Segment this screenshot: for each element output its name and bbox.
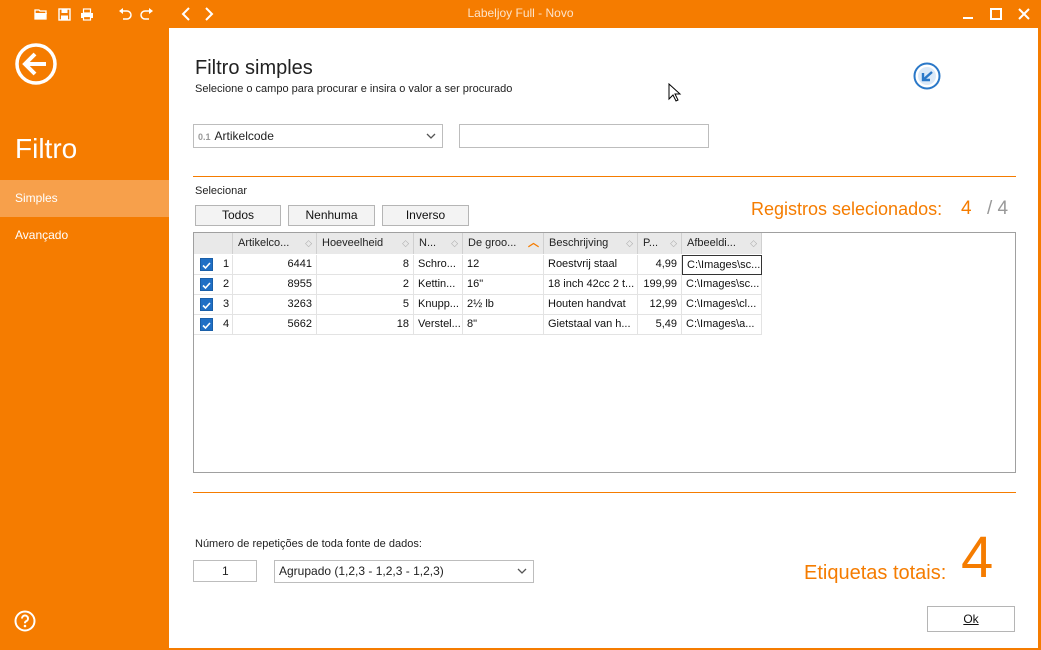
chevron-down-icon — [426, 125, 436, 154]
cell-price[interactable]: 5,49 — [638, 315, 682, 335]
cell-image[interactable]: C:\Images\sc... — [682, 255, 762, 275]
checkbox[interactable] — [200, 298, 213, 311]
table-row[interactable]: 4 5662 18 Verstel... 8" Gietstaal van h.… — [194, 315, 762, 335]
maximize-icon[interactable] — [981, 4, 1011, 24]
table-row[interactable]: 1 6441 8 Schro... 12 Roestvrij staal 4,9… — [194, 255, 762, 275]
sort-icon: ◇ — [626, 238, 633, 248]
table-row[interactable]: 2 8955 2 Kettin... 16" 18 inch 42cc 2 t.… — [194, 275, 762, 295]
cell-desc[interactable]: Gietstaal van h... — [544, 315, 638, 335]
help-icon[interactable] — [14, 610, 36, 632]
row-number: 3 — [223, 298, 230, 310]
title-bar: Labeljoy Full - Novo — [0, 0, 1041, 28]
table-row[interactable]: 3 3263 5 Knupp... 2½ lb Houten handvat 1… — [194, 295, 762, 315]
total-records-count: / 4 — [987, 198, 1009, 219]
column-header-afbeelding[interactable]: Afbeeldi... ◇ — [682, 233, 762, 254]
back-arrow-icon[interactable] — [14, 42, 58, 86]
sort-icon: ◇ — [402, 238, 409, 248]
checkbox[interactable] — [200, 258, 213, 271]
sort-ascending-icon: ︿ — [528, 237, 539, 249]
checkbox[interactable] — [200, 278, 213, 291]
cell-image[interactable]: C:\Images\a... — [682, 315, 762, 335]
cell-desc[interactable]: Houten handvat — [544, 295, 638, 315]
sort-icon: ◇ — [750, 238, 757, 248]
cell-size[interactable]: 12 — [463, 255, 544, 275]
total-labels-value: 4 — [961, 525, 994, 590]
cell-image[interactable]: C:\Images\cl... — [682, 295, 762, 315]
chevron-down-icon — [517, 561, 527, 589]
sidebar: Filtro Simples Avançado — [0, 28, 169, 650]
row-selector[interactable]: 1 — [194, 255, 233, 275]
search-value-input[interactable] — [459, 124, 709, 148]
cell-size[interactable]: 2½ lb — [463, 295, 544, 315]
minimize-icon[interactable] — [953, 4, 983, 24]
cell-qty[interactable]: 18 — [317, 315, 414, 335]
cell-size[interactable]: 16" — [463, 275, 544, 295]
column-header-beschrijving[interactable]: Beschrijving ◇ — [544, 233, 638, 254]
field-select[interactable]: 0.1 Artikelcode — [193, 124, 443, 148]
main-panel: Filtro simples Selecione o campo para pr… — [169, 28, 1038, 648]
window-title: Labeljoy Full - Novo — [467, 6, 574, 20]
cell-qty[interactable]: 2 — [317, 275, 414, 295]
select-label: Selecionar — [195, 185, 247, 197]
cell-desc[interactable]: Roestvrij staal — [544, 255, 638, 275]
cell-name[interactable]: Kettin... — [414, 275, 463, 295]
cell-size[interactable]: 8" — [463, 315, 544, 335]
row-number: 1 — [223, 258, 230, 270]
column-header-hoeveelheid[interactable]: Hoeveelheid ◇ — [317, 233, 414, 254]
select-none-button[interactable]: Nenhuma — [288, 205, 375, 226]
grouping-select[interactable]: Agrupado (1,2,3 - 1,2,3 - 1,2,3) — [274, 560, 534, 583]
row-selector[interactable]: 4 — [194, 315, 233, 335]
repeat-count-input[interactable]: 1 — [193, 560, 257, 582]
column-header-naam[interactable]: N... ◇ — [414, 233, 463, 254]
column-header-prijs[interactable]: P... ◇ — [638, 233, 682, 254]
sort-icon: ◇ — [451, 238, 458, 248]
cell-qty[interactable]: 5 — [317, 295, 414, 315]
select-all-button[interactable]: Todos — [195, 205, 281, 226]
cell-price[interactable]: 199,99 — [638, 275, 682, 295]
invert-selection-button[interactable]: Inverso — [382, 205, 469, 226]
close-icon[interactable] — [1009, 4, 1039, 24]
cell-code[interactable]: 8955 — [233, 275, 317, 295]
ok-button[interactable]: Ok — [927, 606, 1015, 632]
field-select-value: Artikelcode — [214, 129, 274, 143]
column-header-de-grootte[interactable]: De groo... ︿ — [463, 233, 544, 254]
sidebar-heading: Filtro — [15, 133, 78, 164]
cell-code[interactable]: 6441 — [233, 255, 317, 275]
sort-icon: ◇ — [670, 238, 677, 248]
row-selector[interactable]: 2 — [194, 275, 233, 295]
cell-desc[interactable]: 18 inch 42cc 2 t... — [544, 275, 638, 295]
reset-filter-icon[interactable] — [912, 61, 942, 91]
row-number: 2 — [223, 278, 230, 290]
sidebar-item-avancado[interactable]: Avançado — [0, 217, 169, 254]
cell-qty[interactable]: 8 — [317, 255, 414, 275]
page-title: Filtro simples — [195, 57, 313, 79]
cell-name[interactable]: Knupp... — [414, 295, 463, 315]
selected-records-count: 4 — [961, 198, 972, 219]
checkbox[interactable] — [200, 318, 213, 331]
row-selector[interactable]: 3 — [194, 295, 233, 315]
grid-header-corner — [194, 233, 233, 254]
divider — [193, 492, 1016, 493]
selected-records-label: Registros selecionados: — [751, 199, 943, 219]
sort-icon: ◇ — [305, 238, 312, 248]
row-number: 4 — [223, 318, 230, 330]
sidebar-item-simples[interactable]: Simples — [0, 180, 169, 217]
grouping-select-value: Agrupado (1,2,3 - 1,2,3 - 1,2,3) — [279, 564, 444, 578]
column-header-artikelcode[interactable]: Artikelco... ◇ — [233, 233, 317, 254]
field-type-badge: 0.1 — [198, 132, 211, 142]
repeat-label: Número de repetições de toda fonte de da… — [195, 538, 422, 550]
grid-header: Artikelco... ◇ Hoeveelheid ◇ N... ◇ De groo… — [194, 233, 762, 254]
cell-image[interactable]: C:\Images\sc... — [682, 275, 762, 295]
records-grid: Artikelco... ◇ Hoeveelheid ◇ N... ◇ De groo… — [193, 232, 1016, 473]
cell-code[interactable]: 3263 — [233, 295, 317, 315]
cell-price[interactable]: 4,99 — [638, 255, 682, 275]
cell-name[interactable]: Verstel... — [414, 315, 463, 335]
page-subtitle: Selecione o campo para procurar e insira… — [195, 83, 513, 95]
divider — [193, 176, 1016, 177]
total-labels-label: Etiquetas totais: — [804, 562, 947, 584]
cell-price[interactable]: 12,99 — [638, 295, 682, 315]
cell-code[interactable]: 5662 — [233, 315, 317, 335]
cell-name[interactable]: Schro... — [414, 255, 463, 275]
mouse-cursor-icon — [668, 82, 682, 103]
